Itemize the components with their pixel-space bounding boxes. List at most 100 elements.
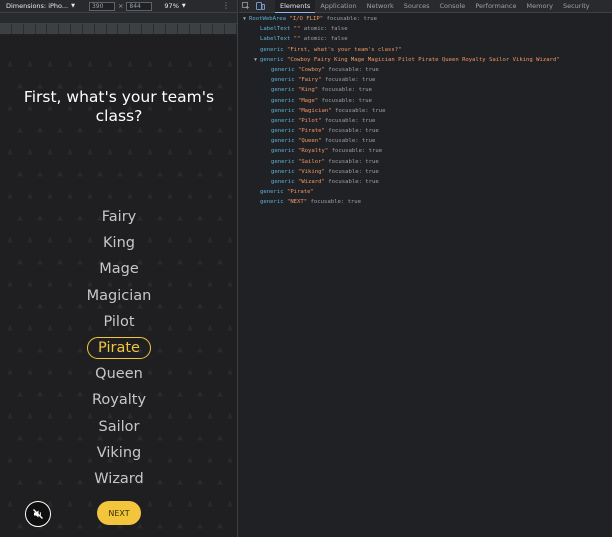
node-name: "Cowboy Fairy King Mage Magician Pilot P…: [283, 56, 560, 63]
class-option-label: Royalty: [91, 392, 147, 409]
class-option-queen[interactable]: Queen: [0, 361, 237, 387]
tree-node[interactable]: generic "King" focusable: true: [243, 85, 560, 95]
tree-node[interactable]: generic "Sailor" focusable: true: [243, 157, 560, 167]
node-role: generic: [260, 189, 284, 196]
node-name: "Royalty": [294, 148, 329, 155]
tree-node[interactable]: LabelText "" atomic: false: [243, 34, 560, 44]
zoom-label: 97%: [164, 2, 179, 10]
pattern-triangle: [177, 523, 183, 529]
node-role: RootWebArea: [249, 16, 287, 22]
pattern-triangle: [207, 501, 213, 507]
class-list: Fairy King Mage Magician Pilot Pirate Queen Roy…: [0, 204, 237, 492]
node-role: generic: [271, 158, 295, 165]
pattern-triangle: [87, 149, 93, 155]
pattern-triangle: [67, 149, 73, 155]
class-option-pirate[interactable]: Pirate: [0, 335, 237, 361]
class-option-viking[interactable]: Viking: [0, 440, 237, 466]
pattern-triangle: [227, 105, 233, 111]
tree-node[interactable]: ▼ generic "Cowboy Fairy King Mage Magicia…: [243, 55, 560, 65]
dropdown-caret-icon: ▼: [181, 3, 186, 9]
tree-node[interactable]: generic "Pirate": [243, 187, 560, 197]
node-properties: focusable: true: [324, 168, 379, 175]
tree-node[interactable]: generic "Magician" focusable: true: [243, 106, 560, 116]
tree-node[interactable]: generic "NEXT" focusable: true: [243, 197, 560, 207]
class-option-label: Fairy: [101, 209, 137, 226]
node-role: generic: [271, 97, 295, 104]
node-properties: focusable: true: [323, 16, 377, 22]
speaker-muted-icon: [33, 509, 43, 519]
class-option-magician[interactable]: Magician: [0, 283, 237, 309]
tab-security[interactable]: Security: [558, 0, 595, 13]
more-options-icon[interactable]: ⋮: [222, 1, 230, 10]
pattern-triangle: [237, 479, 238, 485]
node-role: generic: [271, 77, 295, 84]
tab-memory[interactable]: Memory: [522, 0, 558, 13]
width-input[interactable]: 390: [88, 1, 115, 11]
class-option-wizard[interactable]: Wizard: [0, 466, 237, 492]
mute-button[interactable]: [25, 501, 51, 527]
tree-node[interactable]: generic "Viking" focusable: true: [243, 167, 560, 177]
tree-node[interactable]: generic "Pirate" focusable: true: [243, 126, 560, 136]
zoom-selector[interactable]: 97% ▼: [164, 2, 185, 10]
pattern-triangle: [77, 127, 83, 133]
node-properties: focusable: true: [321, 117, 376, 124]
tree-node[interactable]: generic "Pilot" focusable: true: [243, 116, 560, 126]
tab-performance[interactable]: Performance: [470, 0, 521, 13]
tree-node[interactable]: generic "Queen" focusable: true: [243, 136, 560, 146]
pattern-triangle: [167, 501, 173, 507]
pattern-triangle: [27, 193, 33, 199]
pattern-triangle: [157, 523, 163, 529]
pattern-triangle: [237, 523, 238, 529]
node-properties: focusable: true: [324, 179, 379, 185]
inspect-element-icon[interactable]: [239, 2, 253, 10]
tab-console[interactable]: Console: [435, 0, 471, 13]
pattern-triangle: [147, 149, 153, 155]
pattern-triangle: [217, 171, 223, 177]
class-option-fairy[interactable]: Fairy: [0, 204, 237, 230]
tree-node[interactable]: generic "First, what's your team's class…: [243, 45, 560, 55]
tab-application[interactable]: Application: [315, 0, 361, 13]
pattern-triangle: [197, 523, 203, 529]
tree-node[interactable]: generic "Royalty" focusable: true: [243, 146, 560, 156]
node-name: "": [290, 36, 301, 43]
node-role: generic: [271, 168, 295, 175]
class-option-king[interactable]: King: [0, 230, 237, 256]
pattern-triangle: [227, 193, 233, 199]
pattern-triangle: [97, 127, 103, 133]
height-input[interactable]: 844: [126, 1, 153, 11]
tree-node[interactable]: generic "Cowboy" focusable: true: [243, 65, 560, 75]
class-option-sailor[interactable]: Sailor: [0, 414, 237, 440]
class-option-pilot[interactable]: Pilot: [0, 309, 237, 335]
pattern-triangle: [187, 149, 193, 155]
pattern-triangle: [37, 127, 43, 133]
pattern-triangle: [137, 127, 143, 133]
tree-node[interactable]: generic "Mage" focusable: true: [243, 96, 560, 106]
node-properties: focusable: true: [324, 128, 379, 135]
tree-node[interactable]: ▼ RootWebArea "I/O FLIP" focusable: true: [243, 14, 560, 24]
next-button[interactable]: NEXT: [97, 501, 141, 525]
node-role: generic: [271, 107, 295, 114]
tree-node[interactable]: generic "Fairy" focusable: true: [243, 75, 560, 85]
tab-sources[interactable]: Sources: [399, 0, 435, 13]
tree-node[interactable]: generic "Wizard" focusable: true: [243, 177, 560, 187]
device-selector[interactable]: Dimensions: iPho... ▼: [6, 2, 75, 10]
device-toggle-icon[interactable]: [253, 2, 267, 10]
node-name: "King": [294, 87, 319, 94]
pattern-triangle: [47, 61, 53, 67]
pattern-triangle: [177, 127, 183, 133]
pattern-triangle: [217, 127, 223, 133]
tab-network[interactable]: Network: [362, 0, 399, 13]
tree-node[interactable]: LabelText "" atomic: false: [243, 24, 560, 34]
pattern-triangle: [97, 523, 103, 529]
media-query-bar: [0, 13, 237, 24]
node-properties: focusable: true: [331, 107, 386, 114]
tab-elements[interactable]: Elements: [275, 0, 316, 13]
node-properties: atomic: false: [300, 36, 348, 43]
class-option-mage[interactable]: Mage: [0, 256, 237, 282]
class-option-label: Pirate: [87, 337, 151, 360]
pattern-triangle: [157, 127, 163, 133]
pattern-triangle: [237, 391, 238, 397]
pattern-triangle: [207, 149, 213, 155]
class-option-royalty[interactable]: Royalty: [0, 387, 237, 413]
times-separator: ×: [117, 2, 124, 10]
